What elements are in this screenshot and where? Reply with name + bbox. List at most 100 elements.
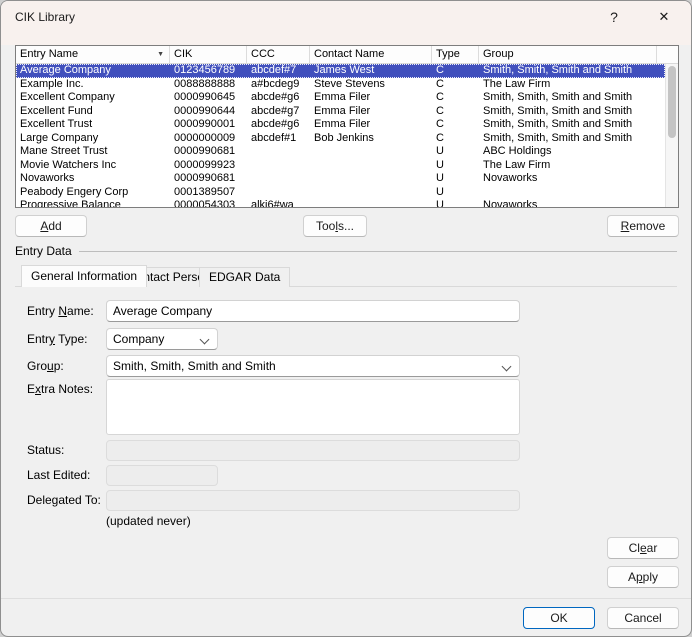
column-header-label: Entry Name — [20, 48, 78, 60]
column-header-label: CIK — [174, 48, 192, 60]
table-row[interactable]: Excellent Fund0000990644abcde#g7Emma Fil… — [16, 105, 665, 119]
column-header-label: Contact Name — [314, 48, 384, 60]
entry-type-select[interactable]: Company — [106, 328, 218, 350]
table-cell: Excellent Company — [16, 91, 170, 105]
table-cell: U — [432, 172, 479, 186]
column-header-label: Type — [436, 48, 460, 60]
scrollbar-thumb[interactable] — [668, 66, 676, 138]
entry-list[interactable]: Entry Name▼CIKCCCContact NameTypeGroup A… — [15, 45, 679, 208]
table-cell: Average Company — [16, 64, 170, 78]
table-cell: C — [432, 132, 479, 146]
table-cell: Smith, Smith, Smith and Smith — [479, 91, 657, 105]
column-header-cik[interactable]: CIK — [170, 46, 247, 64]
table-cell: 0001389507 — [170, 186, 247, 200]
table-cell: 0000990001 — [170, 118, 247, 132]
table-cell — [247, 159, 310, 173]
table-row[interactable]: Mane Street Trust0000990681UABC Holdings — [16, 145, 665, 159]
tab-edgar-data[interactable]: EDGAR Data — [199, 267, 290, 287]
table-cell: Movie Watchers Inc — [16, 159, 170, 173]
column-header-type[interactable]: Type — [432, 46, 479, 64]
table-cell: The Law Firm — [479, 78, 657, 92]
table-cell: 0123456789 — [170, 64, 247, 78]
table-cell: abcdef#1 — [247, 132, 310, 146]
table-cell — [310, 186, 432, 200]
table-cell: U — [432, 159, 479, 173]
chevron-down-icon — [200, 335, 210, 345]
table-cell — [247, 172, 310, 186]
last-edited-label: Last Edited: — [27, 468, 90, 482]
entry-name-label: Entry Name: — [27, 304, 94, 318]
table-cell: Novaworks — [479, 199, 657, 207]
table-cell: abcde#g6 — [247, 118, 310, 132]
cancel-button[interactable]: Cancel — [607, 607, 679, 629]
entry-type-label: Entry Type: — [27, 332, 87, 346]
table-row[interactable]: Movie Watchers Inc0000099923UThe Law Fir… — [16, 159, 665, 173]
table-cell: Bob Jenkins — [310, 132, 432, 146]
clear-button[interactable]: Clear — [607, 537, 679, 559]
table-cell: Smith, Smith, Smith and Smith — [479, 132, 657, 146]
table-cell: Mane Street Trust — [16, 145, 170, 159]
table-cell: C — [432, 78, 479, 92]
table-cell: C — [432, 91, 479, 105]
extra-notes-label: Extra Notes: — [27, 382, 93, 396]
table-cell: abcde#g6 — [247, 91, 310, 105]
group-select[interactable]: Smith, Smith, Smith and Smith — [106, 355, 520, 377]
entry-data-group-label: Entry Data — [15, 244, 72, 258]
table-row[interactable]: Excellent Trust0000990001abcde#g6Emma Fi… — [16, 118, 665, 132]
last-edited-field — [106, 465, 218, 486]
list-header: Entry Name ▼ CIK CCC Contact Name Type Group — [16, 46, 678, 64]
table-row[interactable]: Average Company0123456789abcdef#7James W… — [16, 64, 665, 78]
table-cell — [310, 199, 432, 207]
extra-notes-textarea[interactable] — [106, 379, 520, 435]
entry-name-input[interactable] — [106, 300, 520, 322]
close-icon[interactable]: ✕ — [647, 4, 681, 30]
table-cell: alki6#wa — [247, 199, 310, 207]
tools-button[interactable]: Tools... — [303, 215, 367, 237]
entry-type-value: Company — [113, 332, 164, 346]
cik-library-dialog: CIK Library ? ✕ Entry Name▼CIKCCCContact… — [0, 0, 692, 637]
tab-general-information[interactable]: General Information — [21, 265, 147, 287]
table-cell: abcdef#7 — [247, 64, 310, 78]
table-row[interactable]: Large Company0000000009abcdef#1Bob Jenki… — [16, 132, 665, 146]
help-icon[interactable]: ? — [597, 4, 631, 30]
list-body: Average Company0123456789abcdef#7James W… — [16, 64, 665, 207]
table-cell: Emma Filer — [310, 118, 432, 132]
table-cell: Large Company — [16, 132, 170, 146]
table-cell: Steve Stevens — [310, 78, 432, 92]
remove-button[interactable]: Remove — [607, 215, 679, 237]
table-cell: Novaworks — [479, 172, 657, 186]
table-cell: James West — [310, 64, 432, 78]
table-row[interactable]: Example Inc.0088888888a#bcdeg9Steve Stev… — [16, 78, 665, 92]
table-cell: 0000990681 — [170, 145, 247, 159]
ok-button[interactable]: OK — [523, 607, 595, 629]
table-cell: abcde#g7 — [247, 105, 310, 119]
table-cell: 0088888888 — [170, 78, 247, 92]
column-header-contact-name[interactable]: Contact Name — [310, 46, 432, 64]
table-cell: U — [432, 186, 479, 200]
table-row[interactable]: Peabody Engery Corp0001389507U — [16, 186, 665, 200]
table-cell: U — [432, 145, 479, 159]
title-bar: CIK Library ? ✕ — [1, 1, 692, 45]
chevron-down-icon — [502, 362, 512, 372]
column-header-ccc[interactable]: CCC — [247, 46, 310, 64]
table-cell: Progressive Balance — [16, 199, 170, 207]
table-cell: 0000990645 — [170, 91, 247, 105]
add-button[interactable]: Add — [15, 215, 87, 237]
table-cell: The Law Firm — [479, 159, 657, 173]
group-value: Smith, Smith, Smith and Smith — [113, 359, 276, 373]
table-cell — [310, 159, 432, 173]
column-header-entry-name[interactable]: Entry Name ▼ — [16, 46, 170, 64]
table-cell: C — [432, 118, 479, 132]
table-cell: Emma Filer — [310, 105, 432, 119]
column-header-group[interactable]: Group — [479, 46, 657, 64]
table-row[interactable]: Progressive Balance0000054303alki6#waUNo… — [16, 199, 665, 207]
table-cell: Novaworks — [16, 172, 170, 186]
table-row[interactable]: Excellent Company0000990645abcde#g6Emma … — [16, 91, 665, 105]
entry-data-group-line — [79, 251, 677, 252]
table-cell: 0000000009 — [170, 132, 247, 146]
apply-button[interactable]: Apply — [607, 566, 679, 588]
table-row[interactable]: Novaworks0000990681UNovaworks — [16, 172, 665, 186]
table-cell — [310, 172, 432, 186]
sort-descending-icon: ▼ — [157, 51, 164, 59]
list-scrollbar[interactable] — [665, 64, 678, 207]
